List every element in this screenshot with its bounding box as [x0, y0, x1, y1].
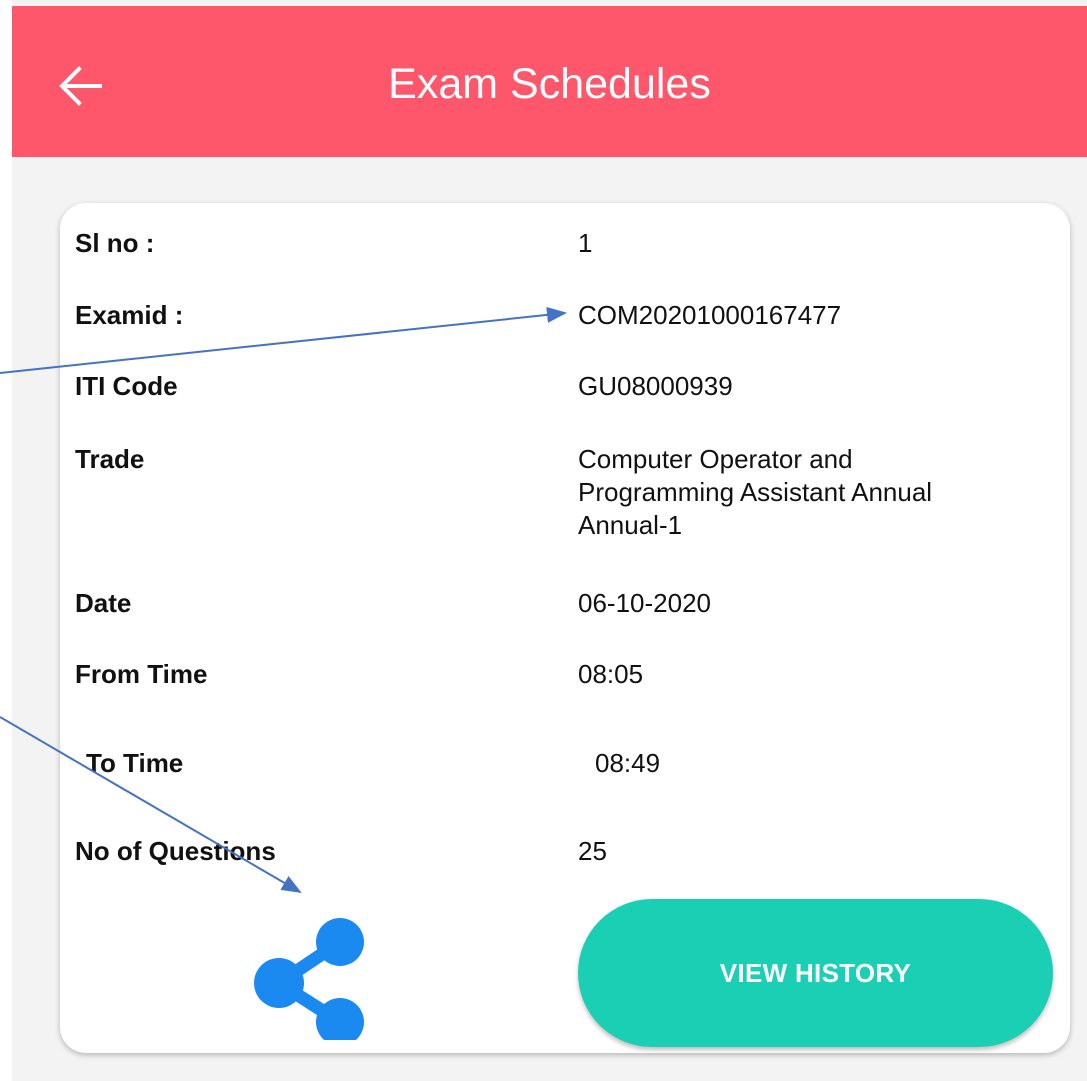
date-value: 06-10-2020	[578, 588, 711, 618]
iti-code-value: GU08000939	[578, 371, 733, 401]
app-bar: Exam Schedules	[12, 6, 1087, 157]
questions-count-label: No of Questions	[75, 836, 276, 866]
trade-value: Computer Operator and Programming Assist…	[578, 444, 933, 540]
iti-code-label: ITI Code	[75, 371, 178, 401]
page-title: Exam Schedules	[388, 60, 711, 108]
sl-no-value: 1	[578, 228, 593, 258]
questions-count-value: 25	[578, 836, 607, 866]
share-icon	[254, 918, 364, 1046]
from-time-value: 08:05	[578, 659, 644, 689]
sl-no-label: Sl no :	[75, 228, 155, 258]
app-screen: Exam Schedules Sl no : 1 Examid : COM202…	[12, 0, 1087, 1081]
to-time-label: To Time	[86, 748, 184, 778]
share-button[interactable]	[248, 915, 368, 1046]
to-time-value: 08:49	[595, 748, 661, 778]
exam-id-value: COM20201000167477	[578, 300, 842, 330]
exam-schedule-card: Sl no : 1 Examid : COM20201000167477 ITI…	[60, 203, 1070, 1053]
view-history-button[interactable]: VIEW HISTORY	[578, 899, 1053, 1047]
from-time-label: From Time	[75, 659, 208, 689]
trade-label: Trade	[75, 444, 145, 474]
date-label: Date	[75, 588, 132, 618]
exam-id-label: Examid :	[75, 300, 184, 330]
